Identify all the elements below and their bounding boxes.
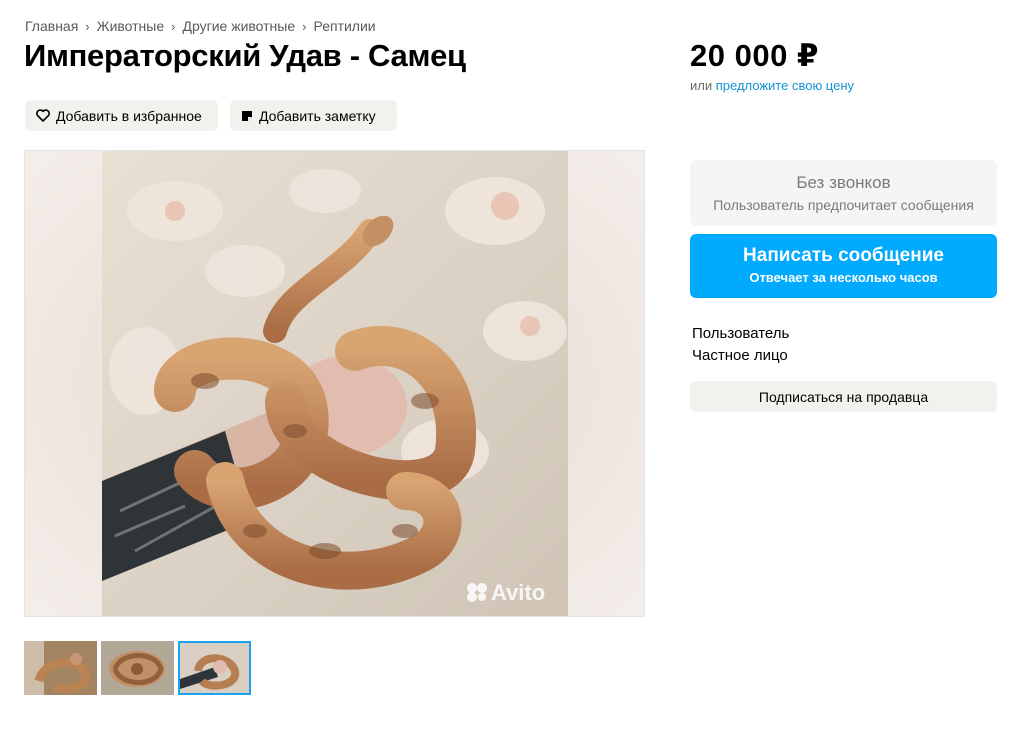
photo-thumbnail[interactable] — [24, 641, 97, 695]
subscribe-seller-label: Подписаться на продавца — [758, 388, 929, 405]
add-to-favorites-label: Добавить в избранное — [56, 107, 202, 124]
chevron-right-icon: › — [171, 18, 176, 34]
no-calls-notice: Без звонков Пользователь предпочитает со… — [690, 160, 997, 226]
note-icon — [241, 110, 253, 122]
breadcrumb-item-other-animals[interactable]: Другие животные — [182, 18, 295, 34]
photo-thumbnails — [24, 641, 251, 695]
breadcrumb-item-home[interactable]: Главная — [25, 18, 78, 34]
main-photo[interactable]: Avito — [24, 150, 645, 617]
page-title: Императорский Удав - Самец — [24, 38, 466, 73]
price-offer: или предложите свою цену — [690, 78, 854, 93]
breadcrumb: Главная › Животные › Другие животные › Р… — [25, 18, 376, 34]
price: 20 000 ₽ — [690, 38, 819, 73]
breadcrumb-item-reptiles[interactable]: Рептилии — [313, 18, 375, 34]
no-calls-subtitle: Пользователь предпочитает сообщения — [713, 197, 974, 213]
add-note-button[interactable]: Добавить заметку — [230, 100, 397, 131]
breadcrumb-item-animals[interactable]: Животные — [97, 18, 165, 34]
chevron-right-icon: › — [302, 18, 307, 34]
heart-outline-icon — [36, 109, 50, 122]
add-to-favorites-button[interactable]: Добавить в избранное — [25, 100, 218, 131]
seller-type: Частное лицо — [692, 347, 788, 364]
price-offer-prefix: или — [690, 78, 713, 93]
subscribe-seller-button[interactable]: Подписаться на продавца — [690, 381, 997, 412]
write-message-label: Написать сообщение — [743, 245, 944, 266]
chevron-right-icon: › — [85, 18, 90, 34]
photo-thumbnail[interactable] — [101, 641, 174, 695]
seller-name[interactable]: Пользователь — [692, 325, 789, 342]
offer-price-link[interactable]: предложите свою цену — [716, 78, 854, 93]
svg-text:Avito: Avito — [491, 580, 545, 605]
write-message-button[interactable]: Написать сообщение Отвечает за несколько… — [690, 234, 997, 298]
response-time-label: Отвечает за несколько часов — [749, 270, 938, 285]
add-note-label: Добавить заметку — [259, 107, 376, 124]
photo-thumbnail-active[interactable] — [178, 641, 251, 695]
no-calls-title: Без звонков — [796, 173, 891, 192]
